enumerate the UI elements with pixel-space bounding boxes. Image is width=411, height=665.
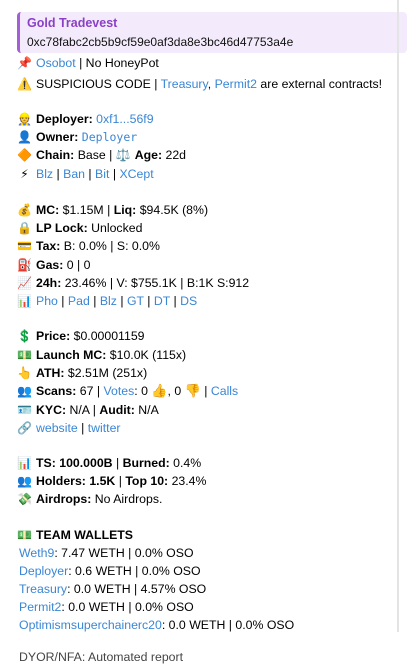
wallet-optimism-link[interactable]: Optimismsuperchainerc20 — [19, 618, 162, 632]
wallet-row: Treasury: 0.0 WETH | 4.57% OSO — [19, 582, 207, 596]
dollar-icon: 💲 — [17, 329, 32, 343]
bar-chart-icon: 📊 — [17, 456, 32, 470]
pointing-up-icon: 👆 — [17, 366, 32, 380]
wallet-weth9-link[interactable]: Weth9 — [19, 546, 54, 560]
card-icon: 💳 — [17, 239, 32, 253]
xcept-link[interactable]: XCept — [119, 167, 153, 181]
money-bag-icon: 💰 — [17, 203, 32, 217]
votes-link[interactable]: Votes — [103, 384, 134, 398]
people-icon: 👥 — [17, 474, 32, 488]
scans-line: 👥 Scans: 67 | Votes: 0 👍, 0 👎 | Calls — [17, 383, 239, 399]
money-wings-icon: 💸 — [17, 492, 32, 506]
wallet-permit2-link[interactable]: Permit2 — [19, 600, 61, 614]
gt-link[interactable]: GT — [127, 294, 144, 308]
website-link[interactable]: website — [36, 421, 78, 435]
ath-line: 👆 ATH: $2.51M (251x) — [17, 366, 148, 380]
chart-links-line: 📊 Pho | Pad | Blz | GT | DT | DS — [17, 294, 198, 308]
pin-icon: 📌 — [17, 56, 32, 70]
mc-line: 💰 MC: $1.15M | Liq: $94.5K (8%) — [17, 203, 209, 217]
social-line: 🔗 website | twitter — [17, 421, 121, 435]
wallet-row: Optimismsuperchainerc20: 0.0 WETH | 0.0%… — [19, 618, 295, 632]
dt-link[interactable]: DT — [154, 294, 170, 308]
warning-icon: ⚠️ — [17, 77, 32, 91]
pad-link[interactable]: Pad — [68, 294, 90, 308]
tax-line: 💳 Tax: B: 0.0% | S: 0.0% — [17, 239, 160, 253]
id-card-icon: 🪪 — [17, 403, 32, 417]
people-icon: 👥 — [17, 384, 32, 398]
banknote-icon: 💵 — [17, 348, 32, 362]
ban-link[interactable]: Ban — [63, 167, 85, 181]
scrollbar-track[interactable] — [397, 0, 399, 632]
thumbs-up-icon[interactable]: 👍 — [151, 383, 167, 399]
osobot-link[interactable]: Osobot — [36, 56, 76, 70]
treasury-link[interactable]: Treasury — [161, 77, 208, 91]
pho-link[interactable]: Pho — [36, 294, 58, 308]
owner-line: 👤 Owner: Deployer — [17, 130, 138, 144]
airdrops-line: 💸 Airdrops: No Airdrops. — [17, 492, 163, 506]
reply-quote[interactable]: Gold Tradevest 0xc78fabc2cb5b9cf59e0af3d… — [17, 12, 407, 53]
footer-disclaimer: DYOR/NFA: Automated report — [19, 650, 184, 664]
wallet-treasury-link[interactable]: Treasury — [19, 582, 67, 596]
wallet-deployer-link[interactable]: Deployer — [19, 564, 68, 578]
thumbs-down-icon[interactable]: 👎 — [185, 383, 201, 399]
calls-link[interactable]: Calls — [211, 384, 238, 398]
kyc-line: 🪪 KYC: N/A | Audit: N/A — [17, 403, 159, 417]
owner-link[interactable]: Deployer — [82, 130, 137, 144]
deployer-link[interactable]: 0xf1...56f9 — [96, 112, 153, 126]
scan-links-line: ⚡ Blz | Ban | Bit | XCept — [17, 166, 153, 182]
banknote-icon: 💵 — [17, 528, 32, 542]
wallet-row: Permit2: 0.0 WETH | 0.0% OSO — [19, 600, 194, 614]
bot-line: 📌 Osobot | No HoneyPot — [17, 56, 159, 70]
blz-chart-link[interactable]: Blz — [100, 294, 117, 308]
chain-line: 🔶 Chain: Base | ⚖️ Age: 22d — [17, 148, 187, 162]
link-icon: 🔗 — [17, 421, 32, 435]
lightning-icon: ⚡ — [20, 167, 29, 181]
deployer-line: 👷 Deployer: 0xf1...56f9 — [17, 112, 154, 126]
ds-link[interactable]: DS — [180, 294, 197, 308]
bit-link[interactable]: Bit — [95, 167, 109, 181]
quote-title: Gold Tradevest — [27, 16, 118, 30]
diamond-icon: 🔶 — [17, 148, 32, 162]
scale-icon: ⚖️ — [115, 148, 131, 162]
worker-icon: 👷 — [17, 112, 32, 126]
message-bubble: Gold Tradevest 0xc78fabc2cb5b9cf59e0af3d… — [13, 4, 407, 664]
lock-icon: 🔒 — [17, 221, 32, 235]
fuel-icon: ⛽ — [17, 258, 32, 272]
user-icon: 👤 — [17, 130, 32, 144]
wallet-row: Deployer: 0.6 WETH | 0.0% OSO — [19, 564, 201, 578]
price-line: 💲 Price: $0.00001159 — [17, 329, 145, 343]
warning-line: ⚠️ SUSPICIOUS CODE | Treasury, Permit2 ar… — [17, 77, 383, 91]
holders-line: 👥 Holders: 1.5K | Top 10: 23.4% — [17, 474, 207, 488]
blz-link[interactable]: Blz — [36, 167, 53, 181]
lplock-line: 🔒 LP Lock: Unlocked — [17, 221, 143, 235]
chart-up-icon: 📈 — [17, 276, 32, 290]
bar-chart-icon: 📊 — [17, 294, 32, 308]
gas-line: ⛽ Gas: 0 | 0 — [17, 258, 91, 272]
supply-line: 📊 TS: 100.000B | Burned: 0.4% — [17, 456, 202, 470]
permit2-link[interactable]: Permit2 — [215, 77, 257, 91]
launch-line: 💵 Launch MC: $10.0K (115x) — [17, 348, 187, 362]
twitter-link[interactable]: twitter — [88, 421, 121, 435]
24h-line: 📈 24h: 23.46% | V: $755.1K | B:1K S:912 — [17, 276, 250, 290]
team-title-line: 💵 TEAM WALLETS — [17, 528, 133, 542]
wallet-row: Weth9: 7.47 WETH | 0.0% OSO — [19, 546, 194, 560]
contract-address: 0xc78fabc2cb5b9cf59e0af3da8e3bc46d47753a… — [27, 35, 294, 49]
